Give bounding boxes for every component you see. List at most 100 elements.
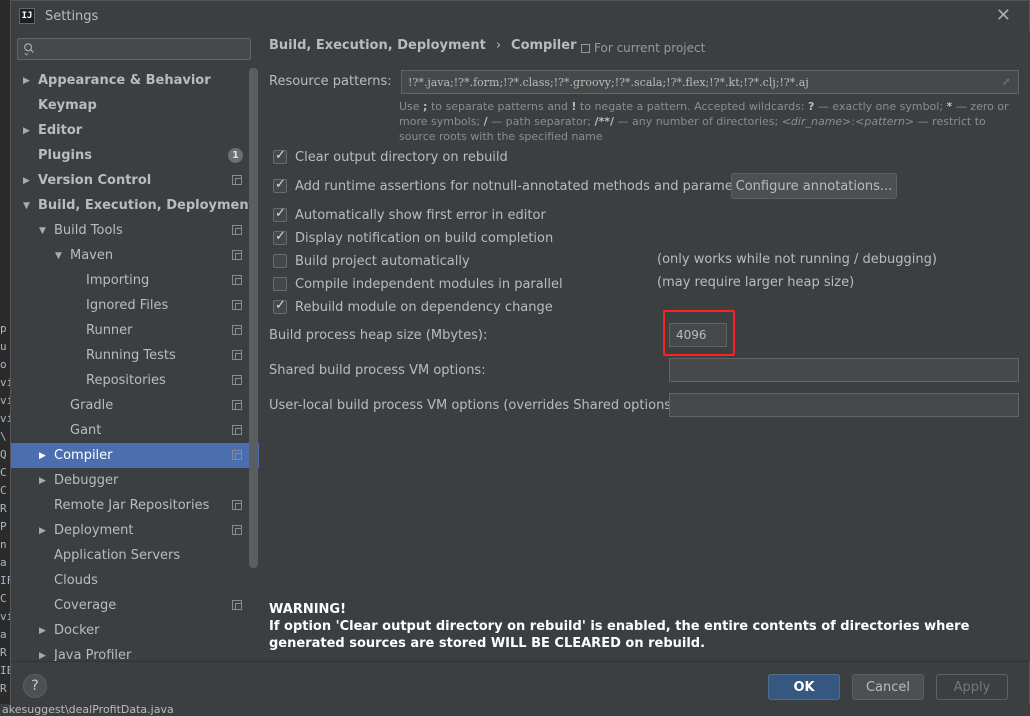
- background-code-fragment: u: [0, 340, 7, 353]
- sidebar-item[interactable]: ▼ Maven: [11, 243, 259, 268]
- apply-button[interactable]: Apply: [936, 674, 1008, 700]
- checkbox-label: Compile independent modules in parallel: [295, 276, 563, 292]
- chevron-right-icon[interactable]: ▶: [39, 626, 49, 636]
- sidebar-item[interactable]: ▼ Build Tools: [11, 218, 259, 243]
- sidebar-item[interactable]: ▶ Version Control: [11, 168, 259, 193]
- sidebar-item[interactable]: Repositories: [11, 368, 259, 393]
- sidebar-item[interactable]: ▶ Deployment: [11, 518, 259, 543]
- shared-vm-options-label: Shared build process VM options:: [269, 363, 486, 378]
- project-scope-icon: [232, 375, 242, 385]
- intellij-icon: IJ: [19, 8, 35, 24]
- background-code-fragment: P: [0, 520, 7, 533]
- checkbox-row[interactable]: Rebuild module on dependency change: [273, 297, 553, 317]
- sidebar-item-label: Gant: [70, 423, 102, 438]
- checkbox[interactable]: [273, 254, 287, 268]
- checkbox[interactable]: [273, 277, 287, 291]
- ok-button[interactable]: OK: [768, 674, 840, 700]
- checkbox-note: (only works while not running / debuggin…: [657, 252, 937, 267]
- sidebar-item[interactable]: Keymap: [11, 93, 259, 118]
- sidebar-item[interactable]: Plugins 1: [11, 143, 259, 168]
- sidebar-item-label: Appearance & Behavior: [38, 73, 211, 88]
- sidebar-item[interactable]: Remote Jar Repositories: [11, 493, 259, 518]
- chevron-right-icon[interactable]: ▶: [23, 76, 33, 86]
- sidebar-item-label: Repositories: [86, 373, 166, 388]
- breadcrumb-parent[interactable]: Build, Execution, Deployment: [269, 38, 486, 53]
- sidebar-item[interactable]: ▶ Compiler: [11, 443, 259, 468]
- sidebar-item[interactable]: ▼ Build, Execution, Deployment: [11, 193, 259, 218]
- checkbox-label: Display notification on build completion: [295, 230, 554, 246]
- project-scope-icon: [232, 275, 242, 285]
- chevron-down-icon[interactable]: ▼: [55, 251, 65, 261]
- checkbox[interactable]: [273, 206, 287, 222]
- sidebar-item-label: Keymap: [38, 98, 97, 113]
- sidebar-item[interactable]: Running Tests: [11, 343, 259, 368]
- search-input[interactable]: [17, 38, 251, 60]
- sidebar-item-label: Build Tools: [54, 223, 123, 238]
- scope-note: For current project: [581, 41, 705, 55]
- chevron-down-icon[interactable]: ▼: [23, 201, 33, 211]
- resource-patterns-input[interactable]: !?*.java;!?*.form;!?*.class;!?*.groovy;!…: [401, 70, 1019, 94]
- checkbox-row[interactable]: Display notification on build completion: [273, 228, 553, 248]
- project-scope-icon: [232, 175, 242, 185]
- project-scope-icon: [232, 600, 242, 610]
- sidebar-item[interactable]: Ignored Files: [11, 293, 259, 318]
- sidebar-item[interactable]: Importing: [11, 268, 259, 293]
- sidebar-item[interactable]: Gant: [11, 418, 259, 443]
- sidebar-item-label: Editor: [38, 123, 83, 138]
- chevron-right-icon[interactable]: ▶: [23, 126, 33, 136]
- background-code-fragment: R: [0, 502, 7, 515]
- checkbox[interactable]: [273, 177, 287, 193]
- sidebar-item[interactable]: ▶ Docker: [11, 618, 259, 643]
- chevron-right-icon[interactable]: ▶: [39, 476, 49, 486]
- user-vm-options-input[interactable]: [669, 393, 1019, 417]
- breadcrumb: Build, Execution, Deployment › Compiler: [269, 38, 577, 53]
- cancel-button[interactable]: Cancel: [852, 674, 924, 700]
- shared-vm-options-input[interactable]: [669, 358, 1019, 382]
- settings-dialog: IJ Settings ✕ ▶ Appearance & Behavior Keym…: [10, 0, 1030, 705]
- sidebar-item-label: Runner: [86, 323, 133, 338]
- configure-annotations-button[interactable]: Configure annotations...: [731, 173, 897, 199]
- background-code-fragment: vi: [0, 376, 10, 389]
- close-icon[interactable]: ✕: [996, 5, 1011, 26]
- sidebar-item-label: Clouds: [54, 573, 98, 588]
- checkbox-row[interactable]: Build project automatically: [273, 251, 470, 271]
- sidebar-item[interactable]: ▶ Appearance & Behavior: [11, 68, 259, 93]
- checkbox[interactable]: [273, 229, 287, 245]
- sidebar-item[interactable]: ▶ Java Profiler: [11, 643, 259, 661]
- sidebar-item-label: Debugger: [54, 473, 119, 488]
- chevron-right-icon[interactable]: ▶: [23, 176, 33, 186]
- chevron-right-icon[interactable]: ▶: [39, 451, 49, 461]
- warning-title: WARNING!: [269, 602, 347, 617]
- sidebar-item[interactable]: Clouds: [11, 568, 259, 593]
- checkbox[interactable]: [273, 148, 287, 164]
- sidebar-item[interactable]: Application Servers: [11, 543, 259, 568]
- scope-note-text: For current project: [594, 41, 706, 55]
- checkbox-row[interactable]: Clear output directory on rebuild: [273, 147, 508, 167]
- sidebar-item[interactable]: Runner: [11, 318, 259, 343]
- resource-patterns-hint: Use ; to separate patterns and ! to nega…: [399, 100, 1009, 143]
- checkbox-row[interactable]: Compile independent modules in parallel: [273, 274, 563, 294]
- chevron-right-icon[interactable]: ▶: [39, 651, 49, 661]
- expand-icon[interactable]: ⤢: [1002, 77, 1012, 88]
- help-button[interactable]: ?: [23, 674, 47, 698]
- sidebar-item[interactable]: Coverage: [11, 593, 259, 618]
- sidebar-item[interactable]: Gradle: [11, 393, 259, 418]
- checkbox-row[interactable]: Automatically show first error in editor: [273, 205, 546, 225]
- sidebar-item[interactable]: ▶ Editor: [11, 118, 259, 143]
- sidebar-item[interactable]: ▶ Debugger: [11, 468, 259, 493]
- background-code-fragment: C: [0, 466, 7, 479]
- user-vm-options-label: User-local build process VM options (ove…: [269, 398, 681, 413]
- background-code-fragment: Q: [0, 448, 7, 461]
- sidebar-item-label: Coverage: [54, 598, 117, 613]
- chevron-right-icon[interactable]: ▶: [39, 526, 49, 536]
- checkbox[interactable]: [273, 298, 287, 314]
- checkbox-row[interactable]: Add runtime assertions for notnull-annot…: [273, 176, 758, 196]
- project-scope-icon: [232, 450, 242, 460]
- project-scope-icon: [232, 425, 242, 435]
- dialog-footer: ? OK Cancel Apply: [11, 661, 1029, 705]
- chevron-down-icon[interactable]: ▼: [39, 226, 49, 236]
- background-status-bar: akesuggest\dealProfitData.java: [0, 704, 1030, 716]
- project-scope-icon: [232, 325, 242, 335]
- background-code-fragment: IF: [0, 574, 10, 587]
- sidebar-scrollbar[interactable]: [249, 68, 258, 568]
